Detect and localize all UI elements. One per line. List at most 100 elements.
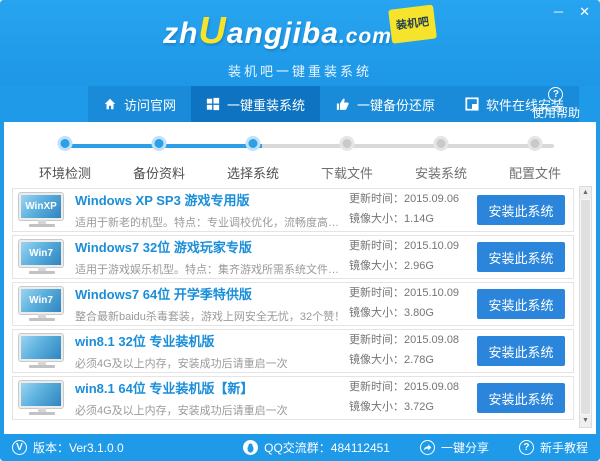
monitor-icon: Win7: [19, 240, 65, 274]
step-dot: [434, 136, 449, 151]
update-time-value: 2015.09.06: [404, 193, 459, 205]
scroll-down-icon[interactable]: ▼: [580, 415, 591, 427]
step-env-check: 环境检测: [18, 134, 112, 182]
footer-bar: V 版本：Ver3.1.0.0 QQ交流群：484112451 一键分享 ? 新…: [0, 434, 600, 461]
update-time-value: 2015.10.09: [404, 287, 459, 299]
os-description: 必须4G及以上内存，安装成功后请重启一次: [75, 402, 349, 418]
update-time-label: 更新时间：: [349, 287, 404, 299]
os-badge: Win7: [29, 295, 53, 306]
image-size-value: 3.72G: [404, 401, 434, 413]
update-time-label: 更新时间：: [349, 381, 404, 393]
logo-badge: 装机吧: [388, 5, 437, 44]
install-system-button[interactable]: 安装此系统: [477, 336, 565, 366]
image-size-label: 镜像大小：: [349, 307, 404, 319]
version-label: 版本：Ver3.1.0.0: [33, 439, 124, 456]
os-meta: 更新时间：2015.09.08 镜像大小：3.72G: [349, 378, 477, 418]
os-description: 整合最新baidu杀毒套装，游戏上网安全无忧，32个赞！: [75, 308, 349, 324]
os-list-item-win81-64: win8.1 64位 专业装机版【新】 必须4G及以上内存，安装成功后请重启一次…: [12, 376, 574, 420]
step-dot: [528, 136, 543, 151]
step-install-system: 安装系统: [394, 134, 488, 182]
step-dot: [246, 136, 261, 151]
scrollbar-thumb[interactable]: [581, 200, 590, 414]
window-controls: ─ ✕: [554, 3, 590, 21]
help-icon: ?: [548, 87, 563, 102]
close-button[interactable]: ✕: [579, 3, 590, 21]
install-system-button[interactable]: 安装此系统: [477, 195, 565, 225]
os-meta: 更新时间：2015.09.08 镜像大小：2.78G: [349, 331, 477, 371]
step-label: 配置文件: [488, 163, 582, 182]
os-badge: WinXP: [25, 201, 57, 212]
os-title: win8.1 32位 专业装机版: [75, 331, 349, 350]
logo-text: zh: [163, 17, 198, 50]
share-button[interactable]: 一键分享: [420, 439, 489, 456]
progress-steps: 环境检测 备份资料 选择系统 下载文件 安装系统 配置文件: [4, 122, 596, 182]
version-info: V 版本：Ver3.1.0.0: [12, 439, 124, 456]
update-time-value: 2015.09.08: [404, 381, 459, 393]
image-size-value: 3.80G: [404, 307, 434, 319]
os-description: 必须4G及以上内存，安装成功后请重启一次: [75, 355, 349, 371]
tutorial-label: 新手教程: [540, 439, 588, 456]
image-size-value: 2.96G: [404, 260, 434, 272]
logo-suffix: .com: [339, 25, 392, 48]
step-label: 下载文件: [300, 163, 394, 182]
list-scrollbar: ▲ ▼: [579, 186, 592, 428]
home-icon: [103, 97, 117, 111]
image-size-label: 镜像大小：: [349, 260, 404, 272]
nav-item-backup-restore[interactable]: 一键备份还原: [320, 86, 450, 122]
image-size-value: 1.14G: [404, 213, 434, 225]
app-window: ─ ✕ zhUangjiba.com装机吧 装机吧一键重装系统 访问官网 一键重…: [0, 0, 600, 461]
os-badge: Win7: [29, 248, 53, 259]
share-icon: [420, 440, 435, 455]
install-system-button[interactable]: 安装此系统: [477, 383, 565, 413]
header: ─ ✕ zhUangjiba.com装机吧 装机吧一键重装系统: [0, 0, 600, 86]
os-title: Windows7 32位 游戏玩家专版: [75, 237, 349, 256]
step-download-files: 下载文件: [300, 134, 394, 182]
image-size-label: 镜像大小：: [349, 354, 404, 366]
nav-item-reinstall-system[interactable]: 一键重装系统: [191, 86, 320, 122]
os-list: WinXP Windows XP SP3 游戏专用版 适用于新老的机型。特点：专…: [4, 182, 596, 420]
update-time-label: 更新时间：: [349, 334, 404, 346]
monitor-icon: WinXP: [19, 193, 65, 227]
step-label: 安装系统: [394, 163, 488, 182]
logo: zhUangjiba.com装机吧: [0, 0, 600, 57]
qq-group-link[interactable]: QQ交流群：484112451: [243, 439, 390, 456]
step-backup-data: 备份资料: [112, 134, 206, 182]
os-meta: 更新时间：2015.10.09 镜像大小：3.80G: [349, 284, 477, 324]
os-list-item-winxp: WinXP Windows XP SP3 游戏专用版 适用于新老的机型。特点：专…: [12, 188, 574, 232]
step-configure-files: 配置文件: [488, 134, 582, 182]
step-label: 环境检测: [18, 163, 112, 182]
os-title: Windows7 64位 开学季特供版: [75, 284, 349, 303]
nav-item-label: 一键重装系统: [227, 95, 305, 114]
tutorial-button[interactable]: ? 新手教程: [519, 439, 588, 456]
image-size-label: 镜像大小：: [349, 213, 404, 225]
os-list-item-win7-64: Win7 Windows7 64位 开学季特供版 整合最新baidu杀毒套装，游…: [12, 282, 574, 326]
step-dot: [152, 136, 167, 151]
scroll-up-icon[interactable]: ▲: [580, 187, 591, 199]
nav-item-label: 访问官网: [124, 95, 176, 114]
os-meta: 更新时间：2015.10.09 镜像大小：2.96G: [349, 237, 477, 277]
monitor-icon: [19, 334, 65, 368]
nav-group: 访问官网 一键重装系统 一键备份还原 软件在线安装: [88, 86, 579, 122]
app-subtitle: 装机吧一键重装系统: [0, 61, 600, 80]
logo-accent-letter: U: [198, 10, 226, 52]
update-time-value: 2015.09.08: [404, 334, 459, 346]
os-title: win8.1 64位 专业装机版【新】: [75, 378, 349, 397]
os-description: 适用于游戏娱乐机型。特点：集齐游戏所需系统文件、影音娱乐更加出色。: [75, 261, 349, 277]
os-list-item-win7-32: Win7 Windows7 32位 游戏玩家专版 适用于游戏娱乐机型。特点：集齐…: [12, 235, 574, 279]
tutorial-icon: ?: [519, 440, 534, 455]
nav-item-official-site[interactable]: 访问官网: [88, 86, 191, 122]
help-button[interactable]: ? 使用帮助: [532, 86, 580, 122]
os-meta: 更新时间：2015.09.06 镜像大小：1.14G: [349, 190, 477, 230]
minimize-button[interactable]: ─: [554, 3, 563, 21]
grid-icon: [206, 97, 220, 111]
main-content: 环境检测 备份资料 选择系统 下载文件 安装系统 配置文件: [4, 122, 596, 434]
install-system-button[interactable]: 安装此系统: [477, 242, 565, 272]
version-icon: V: [12, 440, 27, 455]
step-dot: [340, 136, 355, 151]
help-label: 使用帮助: [532, 104, 580, 121]
step-label: 选择系统: [206, 163, 300, 182]
monitor-icon: Win7: [19, 287, 65, 321]
step-label: 备份资料: [112, 163, 206, 182]
install-system-button[interactable]: 安装此系统: [477, 289, 565, 319]
update-time-label: 更新时间：: [349, 193, 404, 205]
